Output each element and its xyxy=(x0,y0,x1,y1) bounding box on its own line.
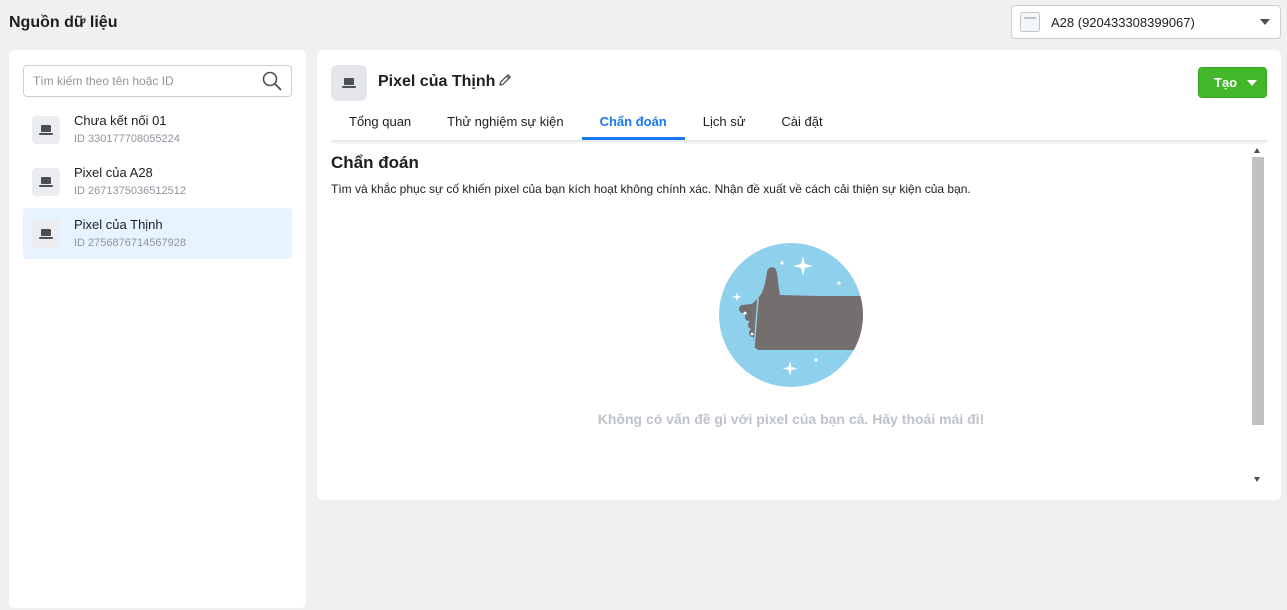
list-item[interactable]: Pixel của A28 ID 2671375036512512 xyxy=(23,156,292,207)
pixel-name: Pixel của Thịnh xyxy=(74,216,163,232)
chevron-down-icon xyxy=(1260,19,1270,25)
thumbs-up-icon xyxy=(719,243,863,387)
section-title: Chẩn đoán xyxy=(331,153,419,172)
diagnostics-content: Chẩn đoán Tìm và khắc phục sự cố khiến p… xyxy=(331,148,1251,488)
pixel-name: Chưa kết nối 01 xyxy=(74,112,167,128)
scroll-up-arrow[interactable] xyxy=(1254,148,1260,153)
create-button[interactable]: Tạo xyxy=(1198,67,1267,98)
account-selector[interactable]: A28 (920433308399067) xyxy=(1011,5,1281,39)
empty-state-message: Không có vấn đề gì với pixel của bạn cả.… xyxy=(597,411,985,427)
tab-test-events[interactable]: Thử nghiệm sự kiện xyxy=(429,106,581,140)
laptop-icon xyxy=(32,167,60,196)
account-selector-label: A28 (920433308399067) xyxy=(1051,14,1195,30)
pencil-icon[interactable] xyxy=(497,72,513,88)
tab-diagnostics[interactable]: Chẩn đoán xyxy=(581,106,685,140)
scrollbar[interactable] xyxy=(1250,142,1265,488)
section-description: Tìm và khắc phục sự cố khiến pixel của b… xyxy=(331,182,971,196)
pixel-id: ID 2756876714567928 xyxy=(74,236,186,249)
tab-settings[interactable]: Cài đặt xyxy=(763,106,840,140)
chevron-down-icon xyxy=(1247,79,1258,86)
laptop-icon xyxy=(331,65,367,101)
tabs-divider xyxy=(331,140,1267,142)
tab-bar: Tổng quan Thử nghiệm sự kiện Chẩn đoán L… xyxy=(331,106,841,140)
laptop-icon xyxy=(32,219,60,248)
pixel-id: ID 330177708055224 xyxy=(74,132,180,145)
laptop-icon xyxy=(32,115,60,144)
pixel-list-panel: Chưa kết nối 01 ID 330177708055224 Pixel… xyxy=(9,50,306,608)
list-item[interactable]: Chưa kết nối 01 ID 330177708055224 xyxy=(23,104,292,155)
tab-history[interactable]: Lịch sử xyxy=(685,106,764,140)
ad-account-icon xyxy=(1020,12,1040,32)
pixel-detail-panel: Pixel của Thịnh Tạo Tổng quan Thử nghiệm… xyxy=(317,50,1281,500)
scroll-thumb[interactable] xyxy=(1252,157,1264,425)
search-icon[interactable] xyxy=(261,70,283,92)
create-button-label: Tạo xyxy=(1214,75,1238,90)
pixel-name: Pixel của A28 xyxy=(74,164,153,180)
tab-overview[interactable]: Tổng quan xyxy=(331,106,429,140)
search-box[interactable] xyxy=(23,65,292,97)
scroll-down-arrow[interactable] xyxy=(1254,477,1260,482)
pixel-title: Pixel của Thịnh xyxy=(378,73,496,90)
list-item-selected[interactable]: Pixel của Thịnh ID 2756876714567928 xyxy=(23,208,292,259)
pixel-list: Chưa kết nối 01 ID 330177708055224 Pixel… xyxy=(23,104,292,260)
pixel-id: ID 2671375036512512 xyxy=(74,184,186,197)
search-input[interactable] xyxy=(33,74,261,88)
page-title: Nguồn dữ liệu xyxy=(9,14,118,31)
